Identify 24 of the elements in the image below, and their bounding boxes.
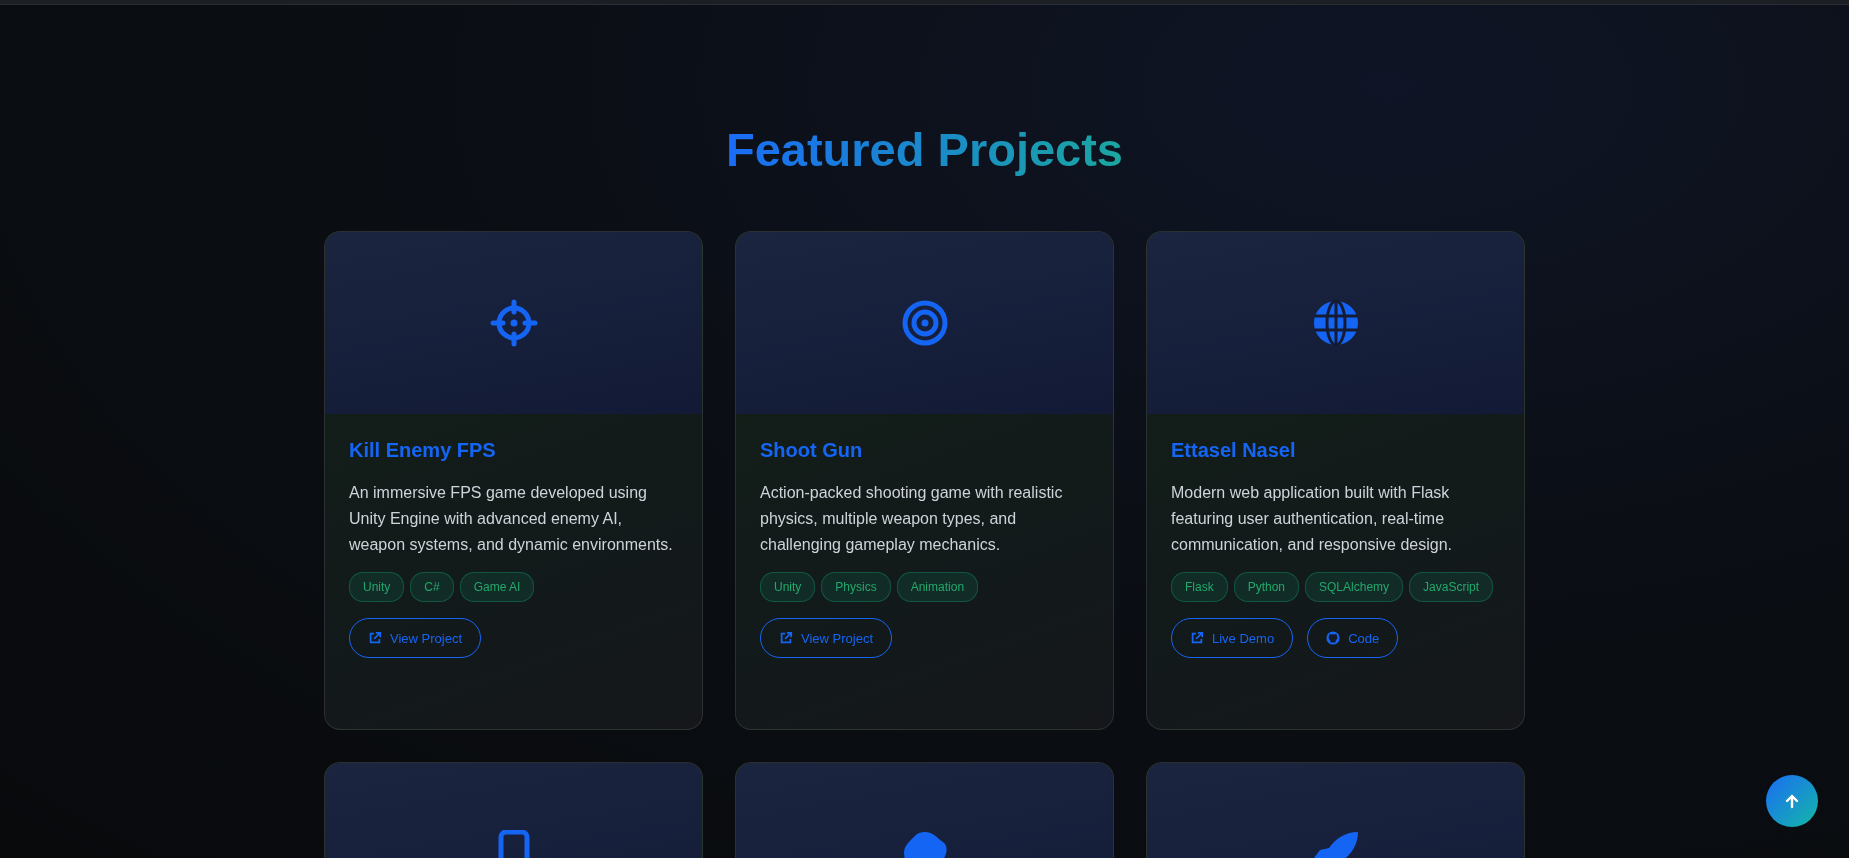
tech-tag: Unity — [349, 572, 405, 602]
external-link-icon — [779, 631, 793, 645]
project-title: Ettasel Nasel — [1171, 438, 1297, 463]
tech-tag: Python — [1233, 572, 1300, 602]
globe-icon — [1311, 299, 1360, 347]
scroll-to-top-button[interactable] — [1766, 775, 1818, 827]
tech-tag: Unity — [760, 572, 816, 602]
tech-tag: Physics — [821, 572, 891, 602]
external-link-icon — [1190, 631, 1204, 645]
project-title: Shoot Gun — [760, 438, 864, 463]
project-description: Action-packed shooting game with realistic physics, multiple weapon types, and challenging gameplay mechanics. — [760, 483, 1064, 555]
tech-tag: Game AI — [459, 572, 535, 602]
project-description: An immersive FPS game developed using Unity Engine with advanced enemy AI, weapon systems, and dynamic environments. — [349, 483, 674, 555]
tech-tag: Flask — [1171, 572, 1228, 602]
project-description: Modern web application built with Flask featuring user authentication, real-time communication, and responsive design. — [1171, 483, 1454, 555]
crosshair-icon — [489, 299, 538, 347]
external-link-icon — [368, 631, 382, 645]
project-title: Kill Enemy FPS — [349, 438, 497, 463]
tech-tag: Animation — [896, 572, 979, 602]
target-icon — [900, 299, 949, 347]
arrow-up-icon — [1784, 793, 1800, 809]
tech-tag: C# — [410, 572, 454, 602]
tech-tag: JavaScript — [1409, 572, 1494, 602]
tech-tag: SQLAlchemy — [1305, 572, 1404, 602]
